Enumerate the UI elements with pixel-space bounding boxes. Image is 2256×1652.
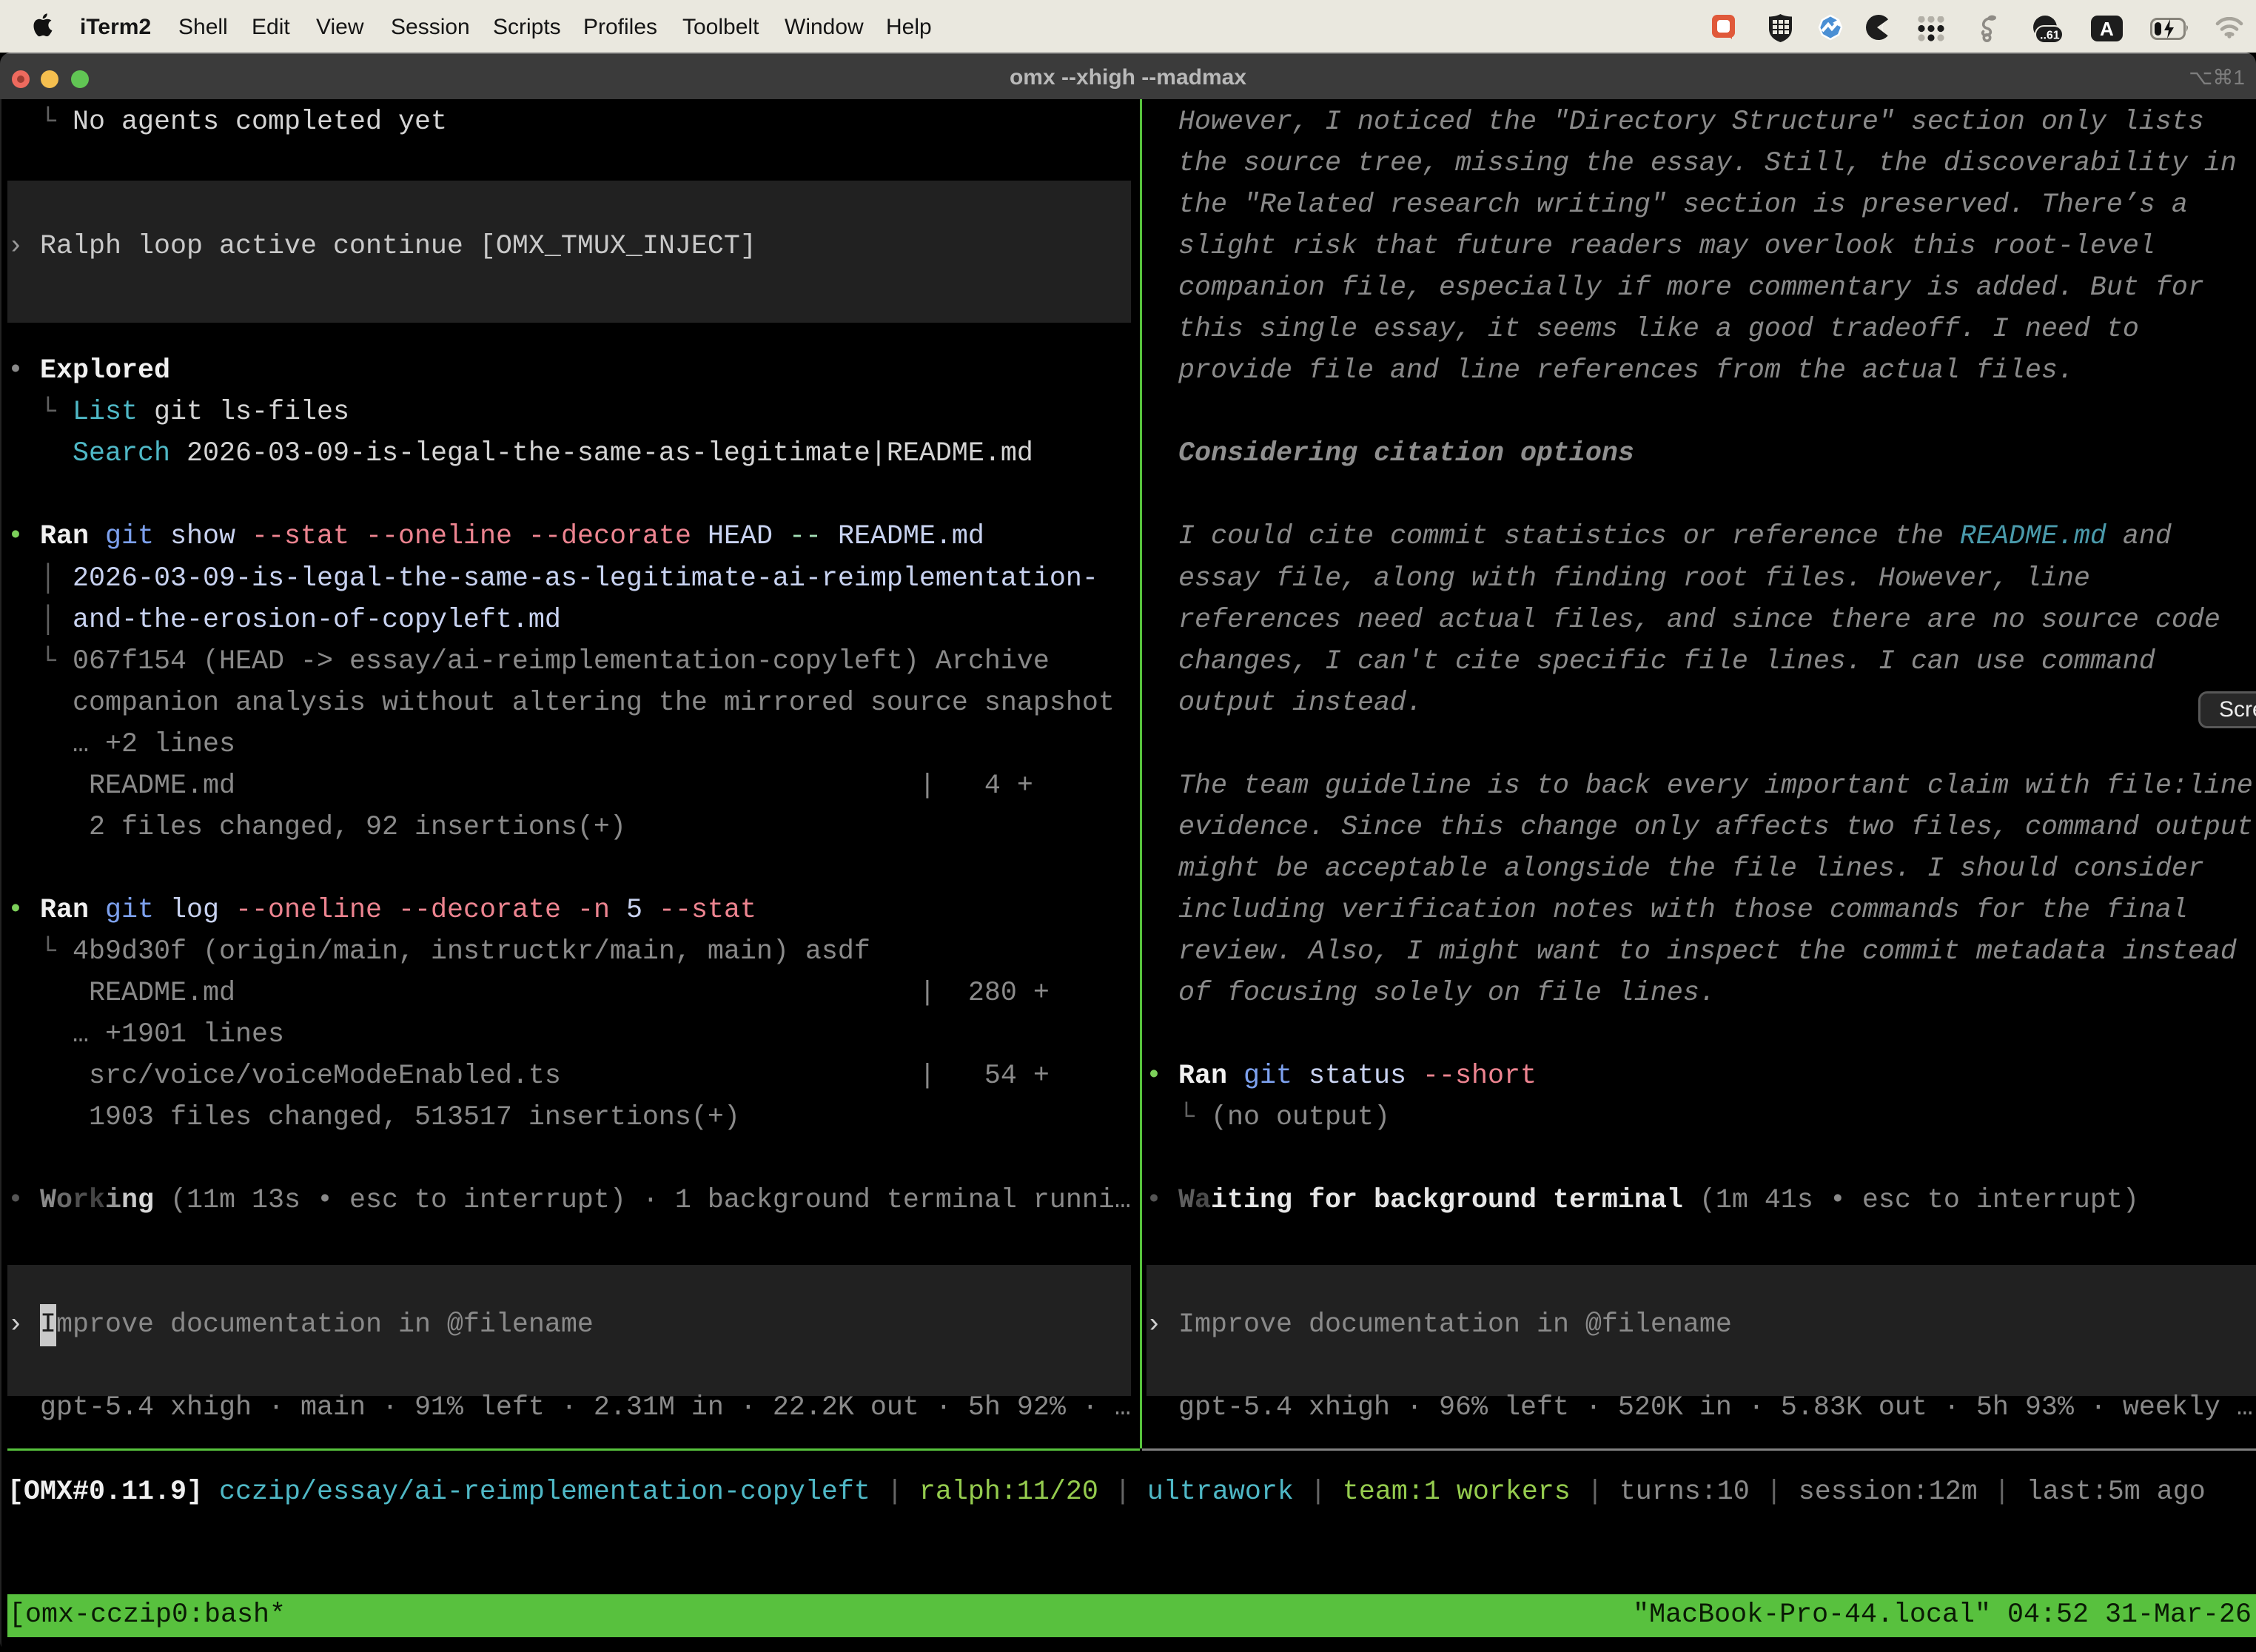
svg-text:..61: ..61 <box>2040 30 2060 42</box>
svg-text:A: A <box>2100 18 2114 40</box>
